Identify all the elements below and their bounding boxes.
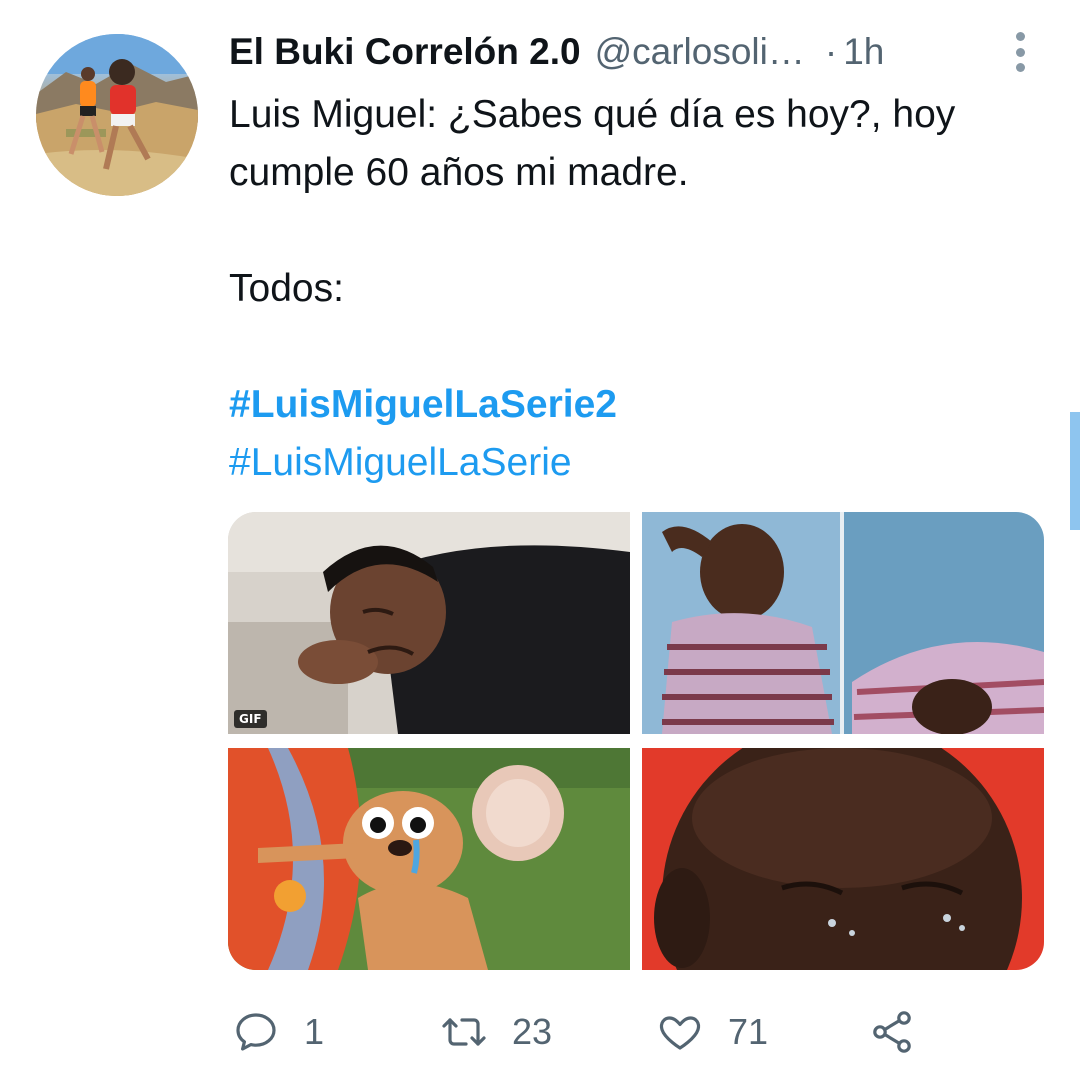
media-item-crying-jerry[interactable] [228,748,630,970]
media-item-crying-man[interactable]: GIF [228,512,630,734]
avatar-image [36,34,198,196]
like-button[interactable]: 71 [656,1003,768,1061]
more-vertical-icon[interactable] [1006,30,1034,74]
retweet-count: 23 [512,1011,553,1052]
reply-icon [236,1013,276,1051]
tweet-text-line: Todos: [229,267,344,310]
tweet-text-blank [229,318,1049,376]
reply-button[interactable]: 1 [232,1003,324,1061]
crying-man-image [228,512,630,734]
crying-jordan-image [642,748,1044,970]
like-count: 71 [728,1011,769,1052]
separator-dot: · [824,31,838,72]
display-name[interactable]: El Buki Correlón 2.0 [229,31,581,73]
retweet-button[interactable]: 23 [440,1003,552,1061]
crying-kid-image [642,512,1044,734]
heart-icon [659,1016,701,1050]
timestamp[interactable]: 1h [843,31,884,73]
tweet-actions: 1 23 71 [232,1003,932,1061]
share-button[interactable] [868,1003,916,1061]
share-icon [873,1011,911,1053]
reply-count: 1 [304,1011,325,1052]
tweet-text-line: Luis Miguel: ¿Sabes qué día es hoy?, hoy [229,93,956,136]
tweet-text-blank [229,202,1049,260]
user-handle[interactable]: @carlosoli… [595,31,805,73]
tweet-header: El Buki Correlón 2.0 @carlosoli… · 1h [229,28,884,76]
media-grid: GIF [228,512,1044,970]
hashtag-link[interactable]: #LuisMiguelLaSerie [229,434,1049,492]
media-item-crying-jordan[interactable] [642,748,1044,970]
avatar[interactable] [36,34,198,196]
tweet-text-line: cumple 60 años mi madre. [229,151,689,194]
media-item-crying-kid[interactable] [642,512,1044,734]
gif-badge: GIF [234,710,267,728]
retweet-icon [442,1018,486,1046]
hashtag-link[interactable]: #LuisMiguelLaSerie2 [229,376,1049,434]
crying-jerry-image [228,748,630,970]
scrollbar[interactable] [1070,412,1080,530]
tweet-text: Luis Miguel: ¿Sabes qué día es hoy?, hoy… [229,86,1049,492]
